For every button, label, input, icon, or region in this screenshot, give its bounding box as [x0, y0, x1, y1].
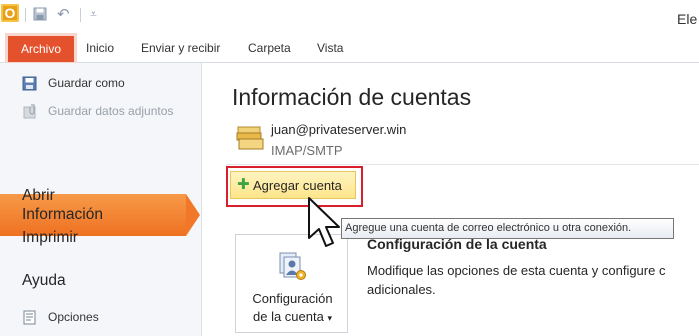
chevron-down-icon: ▾: [327, 313, 332, 323]
save-attachments-command[interactable]: Guardar datos adjuntos: [22, 102, 192, 122]
customize-qat-icon[interactable]: ⩡: [90, 7, 97, 22]
account-settings-label-2: de la cuenta ▾: [236, 309, 349, 324]
account-type: IMAP/SMTP: [271, 143, 343, 158]
tab-carpeta[interactable]: Carpeta: [248, 36, 291, 62]
ribbon-tab-bar: Archivo Inicio Enviar y recibir Carpeta …: [0, 36, 699, 63]
add-account-button[interactable]: ✚ Agregar cuenta: [230, 171, 356, 199]
outlook-logo-icon[interactable]: O: [1, 4, 19, 22]
quick-access-divider: [25, 8, 26, 22]
plus-icon: ✚: [237, 176, 250, 193]
account-settings-label-1: Configuración: [252, 291, 333, 306]
add-account-label: Agregar cuenta: [253, 178, 342, 193]
save-icon[interactable]: [33, 7, 47, 21]
undo-icon[interactable]: ↶: [57, 5, 70, 23]
divider: [226, 164, 699, 165]
nav-item-abrir[interactable]: Abrir: [22, 187, 55, 205]
save-as-label: Guardar como: [48, 76, 125, 90]
title-bar: O ↶ ⩡ Ele: [0, 0, 699, 36]
tab-enviar-y-recibir[interactable]: Enviar y recibir: [141, 36, 220, 62]
add-account-tooltip: Agregue una cuenta de correo electrónico…: [341, 218, 674, 239]
tab-archivo[interactable]: Archivo: [8, 36, 74, 62]
nav-item-label: Información: [22, 206, 103, 223]
account-email[interactable]: juan@privateserver.win: [271, 122, 406, 137]
tab-inicio[interactable]: Inicio: [86, 36, 114, 62]
account-settings-label-2-text: de la cuenta: [253, 309, 324, 324]
section-description: Modifique las opciones de esta cuenta y …: [367, 261, 697, 299]
save-attachments-icon: [23, 104, 36, 119]
nav-item-ayuda[interactable]: Ayuda: [22, 272, 66, 290]
section-description-line-1: Modifique las opciones de esta cuenta y …: [367, 263, 666, 278]
quick-access-divider: [80, 8, 81, 22]
options-label: Opciones: [48, 310, 99, 324]
section-description-line-2: adicionales.: [367, 282, 436, 297]
nav-item-imprimir[interactable]: Imprimir: [22, 229, 78, 247]
save-as-command[interactable]: Guardar como: [22, 74, 192, 94]
account-settings-icon: [279, 252, 306, 280]
tab-vista[interactable]: Vista: [317, 36, 343, 62]
window-title: Ele: [677, 11, 698, 27]
save-attachments-label: Guardar datos adjuntos: [48, 104, 174, 118]
backstage-nav: Guardar como Guardar datos adjuntos Info…: [0, 63, 202, 336]
save-as-icon: [22, 76, 37, 91]
options-icon: [23, 310, 36, 325]
account-folder-icon[interactable]: [236, 125, 264, 151]
mouse-cursor-icon: [308, 197, 340, 247]
options-command[interactable]: Opciones: [22, 308, 142, 328]
page-title: Información de cuentas: [232, 84, 472, 110]
